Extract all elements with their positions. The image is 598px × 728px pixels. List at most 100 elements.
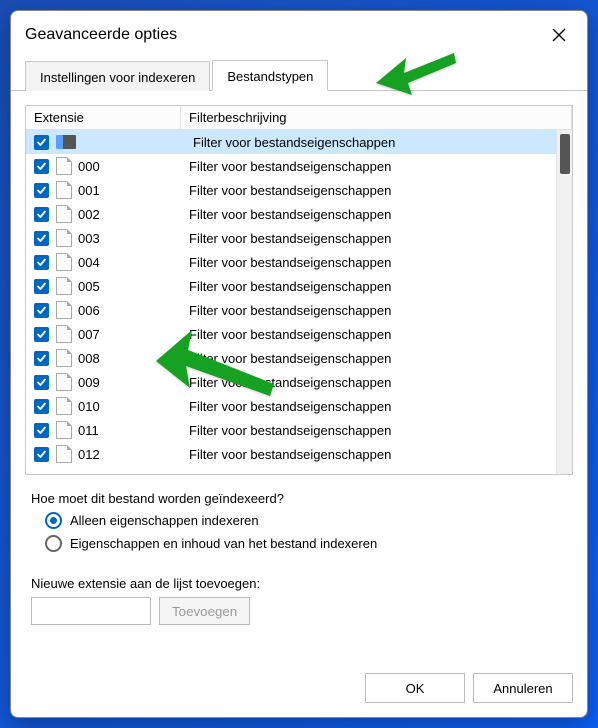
file-icon <box>56 373 72 391</box>
list-body: Filter voor bestandseigenschappen000Filt… <box>26 130 572 474</box>
row-filter-description: Filter voor bestandseigenschappen <box>193 135 556 150</box>
table-row[interactable]: 007Filter voor bestandseigenschappen <box>26 322 556 346</box>
vertical-scrollbar[interactable] <box>556 130 572 474</box>
add-extension-button[interactable]: Toevoegen <box>159 597 250 625</box>
row-filter-description: Filter voor bestandseigenschappen <box>189 159 556 174</box>
add-extension-group: Nieuwe extensie aan de lijst toevoegen: … <box>25 576 573 625</box>
row-checkbox[interactable] <box>34 375 49 390</box>
row-filter-description: Filter voor bestandseigenschappen <box>189 351 556 366</box>
row-filter-description: Filter voor bestandseigenschappen <box>189 303 556 318</box>
file-type-list: Extensie Filterbeschrijving Filter voor … <box>25 105 573 475</box>
file-icon <box>56 181 72 199</box>
file-icon <box>56 205 72 223</box>
titlebar: Geavanceerde opties <box>11 11 587 59</box>
table-row[interactable]: 011Filter voor bestandseigenschappen <box>26 418 556 442</box>
row-extension: 012 <box>76 447 189 462</box>
add-extension-label: Nieuwe extensie aan de lijst toevoegen: <box>31 576 567 591</box>
row-extension: 003 <box>76 231 189 246</box>
radio-label: Eigenschappen en inhoud van het bestand … <box>70 536 377 551</box>
device-icon <box>56 135 76 149</box>
row-filter-description: Filter voor bestandseigenschappen <box>189 375 556 390</box>
table-row[interactable]: 009Filter voor bestandseigenschappen <box>26 370 556 394</box>
dialog-footer: OK Annuleren <box>11 661 587 717</box>
list-header: Extensie Filterbeschrijving <box>26 106 572 130</box>
row-filter-description: Filter voor bestandseigenschappen <box>189 207 556 222</box>
row-extension: 009 <box>76 375 189 390</box>
table-row[interactable]: 003Filter voor bestandseigenschappen <box>26 226 556 250</box>
row-checkbox[interactable] <box>34 231 49 246</box>
row-extension: 002 <box>76 207 189 222</box>
file-icon <box>56 325 72 343</box>
table-row[interactable]: 005Filter voor bestandseigenschappen <box>26 274 556 298</box>
scrollbar-thumb[interactable] <box>560 134 570 174</box>
row-extension: 011 <box>76 423 189 438</box>
row-extension: 006 <box>76 303 189 318</box>
row-filter-description: Filter voor bestandseigenschappen <box>189 279 556 294</box>
row-extension: 001 <box>76 183 189 198</box>
radio-properties-only[interactable]: Alleen eigenschappen indexeren <box>45 512 567 529</box>
table-row[interactable]: 002Filter voor bestandseigenschappen <box>26 202 556 226</box>
row-filter-description: Filter voor bestandseigenschappen <box>189 423 556 438</box>
row-checkbox[interactable] <box>34 327 49 342</box>
tab-content: Extensie Filterbeschrijving Filter voor … <box>11 91 587 661</box>
tab-row: Instellingen voor indexeren Bestandstype… <box>11 59 587 91</box>
row-filter-description: Filter voor bestandseigenschappen <box>189 255 556 270</box>
file-icon <box>56 253 72 271</box>
file-icon <box>56 277 72 295</box>
row-extension: 004 <box>76 255 189 270</box>
advanced-options-dialog: Geavanceerde opties Instellingen voor in… <box>10 10 588 718</box>
row-extension: 005 <box>76 279 189 294</box>
file-icon <box>56 421 72 439</box>
close-button[interactable] <box>545 21 573 49</box>
row-checkbox[interactable] <box>34 135 49 150</box>
table-row[interactable]: 000Filter voor bestandseigenschappen <box>26 154 556 178</box>
indexing-question-group: Hoe moet dit bestand worden geïndexeerd?… <box>25 491 573 558</box>
row-extension: 007 <box>76 327 189 342</box>
table-row[interactable]: Filter voor bestandseigenschappen <box>26 130 556 154</box>
file-icon <box>56 229 72 247</box>
dialog-title: Geavanceerde opties <box>25 26 177 44</box>
table-row[interactable]: 001Filter voor bestandseigenschappen <box>26 178 556 202</box>
row-checkbox[interactable] <box>34 279 49 294</box>
row-checkbox[interactable] <box>34 159 49 174</box>
row-filter-description: Filter voor bestandseigenschappen <box>189 327 556 342</box>
row-checkbox[interactable] <box>34 351 49 366</box>
cancel-button[interactable]: Annuleren <box>473 673 573 703</box>
file-icon <box>56 301 72 319</box>
row-extension: 000 <box>76 159 189 174</box>
radio-label: Alleen eigenschappen indexeren <box>70 513 259 528</box>
row-extension: 010 <box>76 399 189 414</box>
file-icon <box>56 349 72 367</box>
row-extension: 008 <box>76 351 189 366</box>
table-row[interactable]: 004Filter voor bestandseigenschappen <box>26 250 556 274</box>
column-header-filter[interactable]: Filterbeschrijving <box>181 106 572 129</box>
table-row[interactable]: 008Filter voor bestandseigenschappen <box>26 346 556 370</box>
row-checkbox[interactable] <box>34 255 49 270</box>
radio-icon <box>45 512 62 529</box>
column-header-extension[interactable]: Extensie <box>26 106 181 129</box>
file-icon <box>56 397 72 415</box>
row-checkbox[interactable] <box>34 423 49 438</box>
row-checkbox[interactable] <box>34 207 49 222</box>
tab-indexing-settings[interactable]: Instellingen voor indexeren <box>25 61 210 91</box>
table-row[interactable]: 012Filter voor bestandseigenschappen <box>26 442 556 466</box>
table-row[interactable]: 006Filter voor bestandseigenschappen <box>26 298 556 322</box>
tab-file-types[interactable]: Bestandstypen <box>212 60 328 91</box>
row-checkbox[interactable] <box>34 303 49 318</box>
ok-button[interactable]: OK <box>365 673 465 703</box>
row-filter-description: Filter voor bestandseigenschappen <box>189 231 556 246</box>
radio-icon <box>45 535 62 552</box>
new-extension-input[interactable] <box>31 597 151 625</box>
file-icon <box>56 445 72 463</box>
close-icon <box>552 28 566 42</box>
tab-label: Bestandstypen <box>227 69 313 84</box>
row-filter-description: Filter voor bestandseigenschappen <box>189 183 556 198</box>
row-checkbox[interactable] <box>34 399 49 414</box>
row-checkbox[interactable] <box>34 447 49 462</box>
tab-label: Instellingen voor indexeren <box>40 70 195 85</box>
row-checkbox[interactable] <box>34 183 49 198</box>
table-row[interactable]: 010Filter voor bestandseigenschappen <box>26 394 556 418</box>
file-icon <box>56 157 72 175</box>
indexing-question-label: Hoe moet dit bestand worden geïndexeerd? <box>31 491 567 506</box>
radio-properties-and-content[interactable]: Eigenschappen en inhoud van het bestand … <box>45 535 567 552</box>
